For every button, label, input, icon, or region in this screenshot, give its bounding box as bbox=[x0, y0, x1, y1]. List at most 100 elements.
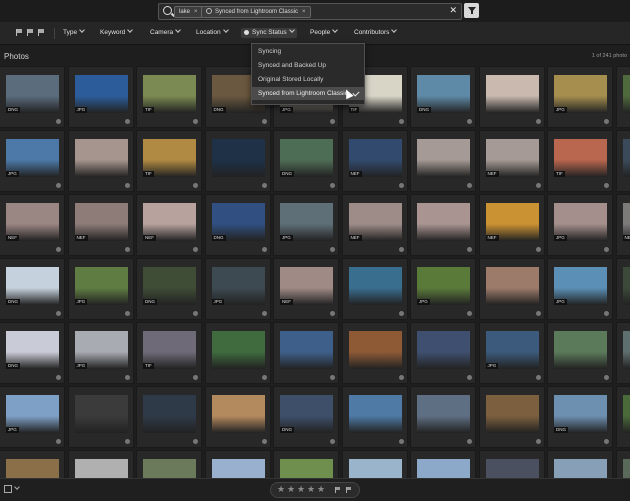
photo-cell[interactable] bbox=[547, 450, 613, 478]
photo-thumbnail[interactable] bbox=[554, 331, 607, 369]
photo-thumbnail[interactable] bbox=[486, 459, 539, 478]
chip-close-icon[interactable]: × bbox=[302, 9, 306, 15]
photo-cell[interactable]: JPG bbox=[410, 258, 476, 320]
filter-type[interactable]: Type bbox=[63, 28, 84, 38]
reject-filter-icon[interactable] bbox=[38, 29, 45, 36]
photo-cell[interactable]: NEF bbox=[273, 258, 339, 320]
photo-thumbnail[interactable] bbox=[349, 331, 402, 369]
photo-thumbnail[interactable] bbox=[417, 331, 470, 369]
star-icon[interactable]: ★ bbox=[277, 484, 285, 495]
flag-icon[interactable] bbox=[346, 487, 352, 493]
photo-cell[interactable]: JPG bbox=[0, 386, 65, 448]
photo-cell[interactable]: DNG bbox=[547, 386, 613, 448]
photo-thumbnail[interactable]: NEF bbox=[623, 203, 630, 241]
photo-cell[interactable]: JPG bbox=[479, 322, 545, 384]
unflag-filter-icon[interactable] bbox=[27, 29, 34, 36]
photo-thumbnail[interactable]: NEF bbox=[486, 139, 539, 177]
photo-cell[interactable] bbox=[616, 450, 630, 478]
photo-thumbnail[interactable] bbox=[554, 459, 607, 478]
photo-cell[interactable] bbox=[616, 130, 630, 192]
dropdown-item-original-stored-locally[interactable]: Original Stored Locally bbox=[252, 73, 364, 86]
photo-cell[interactable]: DNG bbox=[205, 194, 271, 256]
filter-contributors[interactable]: Contributors bbox=[354, 28, 396, 38]
photo-cell[interactable]: NEF bbox=[479, 130, 545, 192]
photo-thumbnail[interactable] bbox=[212, 459, 265, 478]
photo-thumbnail[interactable]: JPG bbox=[212, 267, 265, 305]
photo-thumbnail[interactable]: DNG bbox=[143, 267, 196, 305]
dropdown-item-synced-backed-up[interactable]: Synced and Backed Up bbox=[252, 59, 364, 72]
photo-thumbnail[interactable]: NEF bbox=[75, 203, 128, 241]
photo-thumbnail[interactable]: TIF bbox=[554, 139, 607, 177]
photo-thumbnail[interactable]: TIF bbox=[143, 331, 196, 369]
photo-thumbnail[interactable]: NEF bbox=[486, 203, 539, 241]
photo-cell[interactable]: TIF bbox=[136, 66, 202, 128]
photo-cell[interactable]: TIF bbox=[547, 130, 613, 192]
photo-cell[interactable]: TIF bbox=[136, 130, 202, 192]
photo-cell[interactable] bbox=[410, 130, 476, 192]
photo-cell[interactable] bbox=[479, 66, 545, 128]
photo-thumbnail[interactable]: JPG bbox=[6, 139, 59, 177]
photo-thumbnail[interactable] bbox=[143, 395, 196, 433]
chevron-down-icon[interactable] bbox=[14, 484, 20, 490]
photo-cell[interactable]: JPG bbox=[547, 258, 613, 320]
photo-cell[interactable] bbox=[68, 130, 134, 192]
photo-thumbnail[interactable]: DNG bbox=[280, 395, 333, 433]
photo-thumbnail[interactable]: JPG bbox=[280, 203, 333, 241]
photo-thumbnail[interactable] bbox=[75, 395, 128, 433]
star-icon[interactable]: ★ bbox=[307, 484, 315, 495]
photo-thumbnail[interactable] bbox=[212, 139, 265, 177]
photo-cell[interactable]: NEF bbox=[136, 194, 202, 256]
photo-thumbnail[interactable] bbox=[212, 395, 265, 433]
chip-close-icon[interactable]: × bbox=[194, 9, 198, 15]
grid-view-icon[interactable] bbox=[4, 485, 12, 493]
photo-cell[interactable] bbox=[410, 194, 476, 256]
dropdown-item-syncing[interactable]: Syncing bbox=[252, 45, 364, 58]
photo-thumbnail[interactable]: DNG bbox=[554, 395, 607, 433]
photo-thumbnail[interactable] bbox=[486, 395, 539, 433]
photo-thumbnail[interactable] bbox=[280, 459, 333, 478]
photo-cell[interactable] bbox=[479, 386, 545, 448]
photo-thumbnail[interactable]: DNG bbox=[6, 75, 59, 113]
photo-cell[interactable]: DNG bbox=[0, 322, 65, 384]
photo-cell[interactable] bbox=[136, 450, 202, 478]
flag-icon[interactable] bbox=[335, 487, 341, 493]
photo-thumbnail[interactable]: NEF bbox=[349, 203, 402, 241]
photo-cell[interactable]: NEF bbox=[342, 194, 408, 256]
photo-cell[interactable]: DNG bbox=[0, 66, 65, 128]
photo-cell[interactable] bbox=[68, 450, 134, 478]
photo-thumbnail[interactable]: NEF bbox=[6, 203, 59, 241]
photo-thumbnail[interactable] bbox=[623, 267, 630, 305]
photo-thumbnail[interactable]: JPG bbox=[75, 267, 128, 305]
photo-cell[interactable]: JPG bbox=[547, 66, 613, 128]
photo-thumbnail[interactable]: NEF bbox=[143, 203, 196, 241]
photo-cell[interactable]: JPG bbox=[0, 130, 65, 192]
photo-cell[interactable] bbox=[616, 386, 630, 448]
photo-cell[interactable]: DNG bbox=[273, 130, 339, 192]
filter-people[interactable]: People bbox=[310, 28, 337, 38]
photo-thumbnail[interactable]: JPG bbox=[554, 267, 607, 305]
photo-cell[interactable] bbox=[479, 258, 545, 320]
photo-thumbnail[interactable]: DNG bbox=[212, 203, 265, 241]
photo-thumbnail[interactable]: JPG bbox=[75, 331, 128, 369]
photo-thumbnail[interactable] bbox=[280, 331, 333, 369]
photo-cell[interactable]: NEF bbox=[479, 194, 545, 256]
photo-cell[interactable]: DNG bbox=[136, 258, 202, 320]
photo-cell[interactable] bbox=[342, 322, 408, 384]
photo-cell[interactable]: JPG bbox=[205, 258, 271, 320]
photo-cell[interactable]: JPG bbox=[547, 194, 613, 256]
search-chip-lake[interactable]: lake× bbox=[174, 6, 203, 18]
photo-thumbnail[interactable]: JPG bbox=[554, 75, 607, 113]
photo-thumbnail[interactable] bbox=[623, 75, 630, 113]
photo-cell[interactable]: JPG bbox=[68, 258, 134, 320]
photo-thumbnail[interactable] bbox=[75, 459, 128, 478]
photo-cell[interactable]: TIF bbox=[136, 322, 202, 384]
photo-cell[interactable]: NEF bbox=[616, 194, 630, 256]
photo-thumbnail[interactable] bbox=[6, 459, 59, 478]
photo-cell[interactable]: DNG bbox=[410, 66, 476, 128]
photo-cell[interactable] bbox=[342, 386, 408, 448]
filter-location[interactable]: Location bbox=[196, 28, 228, 38]
star-icon[interactable]: ★ bbox=[317, 484, 325, 495]
photo-thumbnail[interactable] bbox=[143, 459, 196, 478]
photo-cell[interactable] bbox=[479, 450, 545, 478]
photo-cell[interactable] bbox=[136, 386, 202, 448]
